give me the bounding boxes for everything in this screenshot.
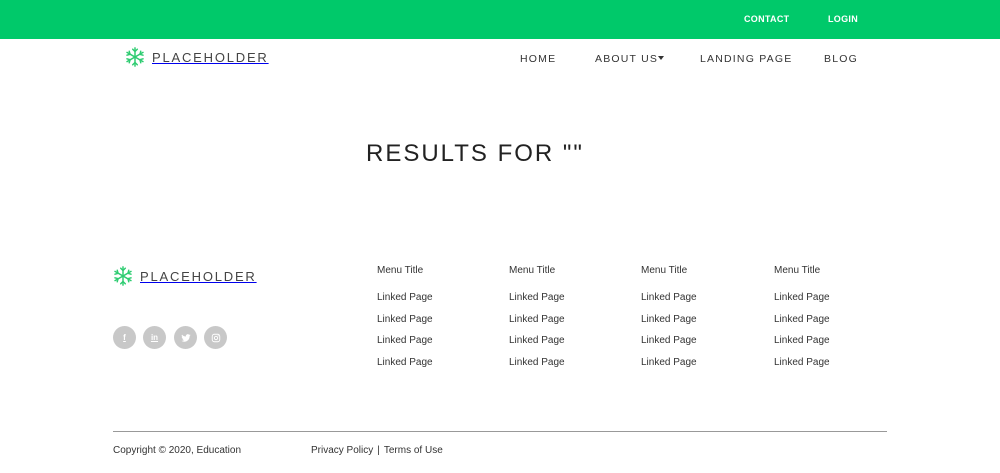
facebook-icon[interactable]: f <box>113 326 136 349</box>
contact-link[interactable]: CONTACT <box>744 14 789 24</box>
footer-logo[interactable]: PLACEHOLDER <box>112 265 257 287</box>
list-item: Linked Page <box>774 314 894 336</box>
list-item: Linked Page <box>509 335 629 357</box>
list-item: Linked Page <box>377 335 497 357</box>
list-item: Linked Page <box>509 314 629 336</box>
list-item: Linked Page <box>377 292 497 314</box>
list-item: Linked Page <box>377 357 497 379</box>
copyright-text: Copyright © 2020, Education <box>113 445 242 456</box>
footer-link[interactable]: Linked Page <box>377 335 433 346</box>
twitter-icon[interactable] <box>174 326 197 349</box>
nav-item-about-us[interactable]: ABOUT US <box>595 53 658 65</box>
nav-item-landing-page[interactable]: LANDING PAGE <box>700 53 792 65</box>
footer-link[interactable]: Linked Page <box>774 335 830 346</box>
instagram-icon[interactable] <box>204 326 227 349</box>
footer-link[interactable]: Linked Page <box>509 292 565 303</box>
list-item: Linked Page <box>774 292 894 314</box>
footer-menu-column: Menu Title Linked Page Linked Page Linke… <box>509 265 629 378</box>
footer-menu-title: Menu Title <box>377 265 424 276</box>
footer-link[interactable]: Linked Page <box>509 314 565 325</box>
list-item: Linked Page <box>641 335 761 357</box>
footer-menu-title: Menu Title <box>641 265 688 276</box>
snowflake-logo-icon <box>114 266 132 286</box>
list-item: Linked Page <box>641 314 761 336</box>
nav-item-blog[interactable]: BLOG <box>824 53 858 65</box>
list-item: Linked Page <box>774 357 894 379</box>
footer-link[interactable]: Linked Page <box>377 357 433 368</box>
footer-link[interactable]: Linked Page <box>509 357 565 368</box>
footer-link[interactable]: Linked Page <box>377 314 433 325</box>
footer-divider <box>113 431 887 432</box>
footer-link[interactable]: Linked Page <box>774 292 830 303</box>
footer-link[interactable]: Linked Page <box>509 335 565 346</box>
footer-link[interactable]: Linked Page <box>774 314 830 325</box>
legal-separator: | <box>377 445 380 456</box>
privacy-policy-link[interactable]: Privacy Policy <box>311 445 373 456</box>
results-heading: RESULTS FOR "" <box>366 140 584 167</box>
footer-brand-name: PLACEHOLDER <box>140 268 257 284</box>
header-logo[interactable]: PLACEHOLDER <box>124 46 269 68</box>
login-link[interactable]: LOGIN <box>828 14 858 24</box>
list-item: Linked Page <box>641 292 761 314</box>
twitter-bird-glyph <box>180 333 191 342</box>
footer-link[interactable]: Linked Page <box>377 292 433 303</box>
list-item: Linked Page <box>509 292 629 314</box>
linkedin-glyph: in <box>150 333 159 342</box>
list-item: Linked Page <box>774 335 894 357</box>
footer-link[interactable]: Linked Page <box>641 357 697 368</box>
footer-menu-title: Menu Title <box>509 265 556 276</box>
footer-menu-title: Menu Title <box>774 265 821 276</box>
footer-menu-column: Menu Title Linked Page Linked Page Linke… <box>377 265 497 378</box>
list-item: Linked Page <box>377 314 497 336</box>
instagram-camera-glyph <box>211 333 220 342</box>
legal-links: Privacy Policy | Terms of Use <box>311 445 443 456</box>
terms-of-use-link[interactable]: Terms of Use <box>384 445 443 456</box>
footer-link[interactable]: Linked Page <box>774 357 830 368</box>
brand-name: PLACEHOLDER <box>152 49 269 65</box>
facebook-glyph: f <box>123 333 126 342</box>
list-item: Linked Page <box>509 357 629 379</box>
snowflake-logo-icon <box>126 47 144 67</box>
footer-menu-column: Menu Title Linked Page Linked Page Linke… <box>641 265 761 378</box>
footer-link[interactable]: Linked Page <box>641 314 697 325</box>
footer-link[interactable]: Linked Page <box>641 292 697 303</box>
footer-link[interactable]: Linked Page <box>641 335 697 346</box>
footer-menu-column: Menu Title Linked Page Linked Page Linke… <box>774 265 894 378</box>
list-item: Linked Page <box>641 357 761 379</box>
chevron-down-icon[interactable] <box>658 56 664 60</box>
linkedin-icon[interactable]: in <box>143 326 166 349</box>
nav-item-home[interactable]: HOME <box>520 53 556 65</box>
top-utility-bar: CONTACT LOGIN <box>0 0 1000 39</box>
